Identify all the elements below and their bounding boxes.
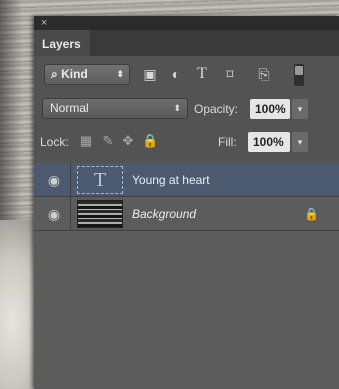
close-icon[interactable]: × [41,16,47,30]
layers-panel: × Layers ⌕ Kind ⬍ ▣ ◐ T ⌑ ⎘ Normal ⬍ Opa… [34,16,339,389]
divider [70,197,71,231]
shape-filter-icon[interactable]: ⌑ [222,66,238,82]
lock-transparent-icon[interactable]: ▦ [78,133,94,149]
layer-name[interactable]: Young at heart [132,163,210,197]
panel-tab-row: Layers [34,30,339,56]
filter-toggle[interactable] [294,64,304,86]
updown-icon: ⬍ [173,103,181,113]
lock-row: Lock: ▦ ✎ ✥ 🔒 Fill: 100% ▾ [34,130,339,154]
opacity-field[interactable]: 100% [250,99,290,119]
blend-row: Normal ⬍ Opacity: 100% ▾ [34,96,339,122]
filter-kind-select[interactable]: ⌕ Kind ⬍ [44,64,130,85]
layer-row-background[interactable]: ◉ Background 🔒 [34,197,339,231]
adjustment-filter-icon[interactable]: ◐ [168,66,184,82]
image-filter-icon[interactable]: ▣ [142,66,158,82]
blend-mode-select[interactable]: Normal ⬍ [42,98,188,119]
fill-label: Fill: [218,135,237,149]
smart-object-filter-icon[interactable]: ⎘ [256,66,272,82]
blend-mode-value: Normal [50,101,89,115]
image-layer-thumbnail [77,200,123,228]
filter-row: ⌕ Kind ⬍ ▣ ◐ T ⌑ ⎘ [34,60,339,88]
type-layer-thumbnail: T [77,166,123,194]
eye-icon[interactable]: ◉ [46,206,62,222]
opacity-dropdown-button[interactable]: ▾ [292,99,308,119]
layer-row-young-at-heart[interactable]: ◉ T Young at heart [34,163,339,197]
layers-list: ◉ T Young at heart ◉ Background 🔒 [34,163,339,389]
lock-image-icon[interactable]: ✎ [100,133,116,149]
lock-label: Lock: [40,135,69,149]
layer-name[interactable]: Background [132,197,196,231]
search-icon: ⌕ [51,67,58,81]
panel-titlebar: × [34,16,339,30]
eye-icon[interactable]: ◉ [46,172,62,188]
fill-dropdown-button[interactable]: ▾ [292,132,308,152]
type-filter-icon[interactable]: T [194,66,210,82]
filter-kind-label: Kind [61,67,88,81]
fill-field[interactable]: 100% [248,132,290,152]
divider [70,163,71,197]
lock-position-icon[interactable]: ✥ [120,133,136,149]
lock-icon: 🔒 [304,207,319,221]
opacity-label: Opacity: [194,102,239,116]
updown-icon: ⬍ [116,69,124,79]
tab-layers[interactable]: Layers [34,30,90,56]
lock-all-icon[interactable]: 🔒 [142,133,158,149]
